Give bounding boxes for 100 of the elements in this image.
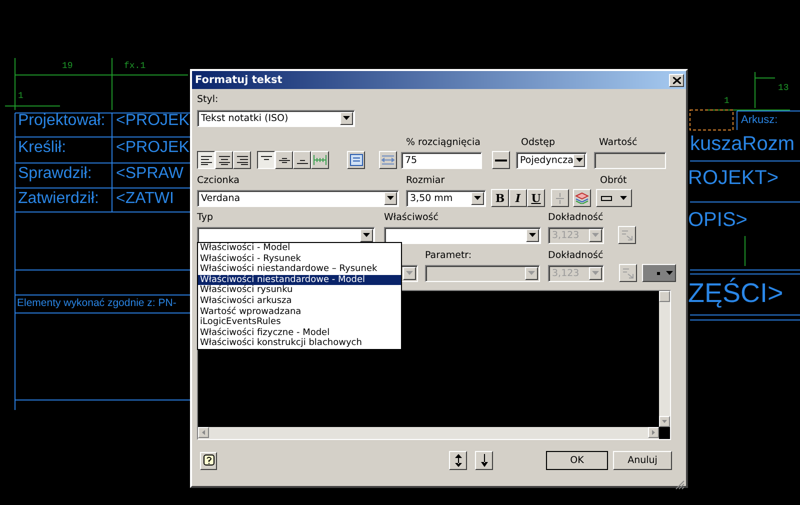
type-dropdown[interactable] xyxy=(197,226,375,244)
title-block-value: OPIS> xyxy=(688,210,748,230)
dropdown-option[interactable]: Właściwości niestandardowe – Rysunek xyxy=(198,264,401,275)
note-text: Elementy wykonać zgodnie z: PN- xyxy=(17,298,176,308)
format-button[interactable]: I xyxy=(509,189,527,207)
window-title: Formatuj tekst xyxy=(195,74,282,86)
size-label: Rozmiar xyxy=(406,175,446,186)
dashed-frame xyxy=(690,110,734,130)
symbol-insert-button[interactable] xyxy=(347,151,365,169)
dropdown-option[interactable]: Właściwości niestandardowe - Model xyxy=(198,274,401,286)
dropdown-arrow-icon xyxy=(576,158,583,162)
title-block-value: <PROJEK xyxy=(116,140,190,156)
vertical-align-icon xyxy=(278,155,290,165)
line-spacing-button[interactable] xyxy=(492,151,510,169)
title-block-value: ZĘŚCI> xyxy=(688,280,784,307)
arrow-left-icon xyxy=(202,430,205,435)
help-button[interactable] xyxy=(200,452,217,470)
title-block-label: Zatwierdził: xyxy=(18,191,99,207)
scroll-down-button[interactable] xyxy=(659,416,670,427)
dropdown-arrow-icon xyxy=(406,271,413,275)
dropdown-arrow-icon xyxy=(529,233,536,237)
title-block-value: kuszaRozm xyxy=(690,134,794,154)
spacing-label: Odstęp xyxy=(521,137,556,148)
rotation-dropdown[interactable] xyxy=(596,189,632,207)
layers-icon xyxy=(575,192,589,204)
text-align-icon xyxy=(236,155,248,165)
fraction-icon xyxy=(556,192,564,204)
stretch-input[interactable]: 75 xyxy=(401,152,482,168)
title-block-label: Sprawdził: xyxy=(18,166,92,182)
dropdown-arrow-icon xyxy=(592,233,599,237)
spacing-icon xyxy=(313,155,327,165)
spacing-value-label: Wartość xyxy=(599,137,638,148)
title-block-value: ROJEKT> xyxy=(688,168,779,188)
arrow-right-icon xyxy=(652,430,655,435)
resize-grip-icon xyxy=(675,480,685,490)
insert-icon xyxy=(622,268,634,278)
dropdown-arrow-icon xyxy=(620,196,627,200)
arrow-down-icon xyxy=(480,454,488,467)
dimension-label: 1 xyxy=(724,97,730,106)
text-align-icon xyxy=(218,155,230,165)
ok-button[interactable]: OK xyxy=(546,451,608,470)
color-button[interactable] xyxy=(573,189,591,207)
dropdown-arrow-icon xyxy=(387,196,394,200)
dropdown-arrow-icon xyxy=(474,196,481,200)
dropdown-option[interactable]: Właściwości - Model xyxy=(198,243,401,254)
text-box-icon xyxy=(350,154,362,166)
style-label: Styl: xyxy=(197,94,218,105)
cancel-button[interactable]: Anuluj xyxy=(613,451,672,470)
scroll-up-button[interactable] xyxy=(659,291,670,302)
dropdown-option[interactable]: iLogicEventsRules xyxy=(198,317,401,328)
property-dropdown[interactable] xyxy=(384,226,541,244)
dropdown-option[interactable]: Wartość wprowadzana xyxy=(198,306,401,318)
close-button[interactable] xyxy=(669,74,684,86)
dropdown-arrow-icon xyxy=(592,271,599,275)
dropdown-option[interactable]: Właściwości konstrukcji blachowych xyxy=(198,338,401,349)
format-button[interactable]: B xyxy=(491,189,509,207)
dimension-label: fx.1 xyxy=(124,62,146,71)
text-align-icon xyxy=(200,155,212,165)
dropdown-option[interactable]: Właściwości fizyczne - Model xyxy=(198,328,401,338)
spacing-dropdown[interactable]: Pojedyncza xyxy=(516,152,587,168)
format-button[interactable]: U xyxy=(527,189,545,207)
size-dropdown[interactable]: 3,50 mm xyxy=(406,190,486,206)
close-icon xyxy=(672,76,680,84)
scroll-left-button[interactable] xyxy=(198,427,209,438)
text-color-button[interactable] xyxy=(642,264,676,282)
move-down-button[interactable] xyxy=(475,451,493,470)
dropdown-arrow-icon xyxy=(528,271,535,275)
vertical-scrollbar[interactable] xyxy=(659,291,670,427)
dimension-label: 13 xyxy=(778,84,789,93)
help-icon xyxy=(202,454,214,467)
insert-icon xyxy=(621,230,633,240)
rotation-label: Obrót xyxy=(600,175,627,186)
font-label: Czcionka xyxy=(197,175,240,186)
precision-label: Dokładność xyxy=(548,250,604,261)
vertical-align-button[interactable] xyxy=(257,151,275,169)
dropdown-option[interactable]: Właściwości arkusza xyxy=(198,296,401,307)
insert-parameter-button[interactable] xyxy=(619,264,637,282)
dropdown-arrow-icon xyxy=(666,271,673,275)
fit-text-button[interactable] xyxy=(379,151,397,169)
dropdown-option[interactable]: Właściwości rysunku xyxy=(198,285,401,296)
title-block-value: <SPRAW xyxy=(116,166,184,182)
title-block-label: Projektował: xyxy=(18,113,106,129)
scroll-right-button[interactable] xyxy=(648,427,659,438)
title-block-value: <ZATWI xyxy=(116,191,174,207)
color-swatch xyxy=(657,272,660,274)
style-dropdown[interactable]: Tekst notatki (ISO) xyxy=(197,110,355,126)
font-dropdown[interactable]: Verdana xyxy=(197,190,399,206)
align-button[interactable] xyxy=(197,151,215,169)
insert-property-button[interactable] xyxy=(618,226,636,244)
dropdown-option[interactable]: Właściwości - Rysunek xyxy=(198,254,401,264)
title-block-value: <PROJEK xyxy=(116,113,190,129)
parameter-label: Parametr: xyxy=(425,250,473,261)
dimension-label: 1 xyxy=(18,92,24,101)
horizontal-scrollbar[interactable] xyxy=(198,427,659,439)
title-block-label: Kreślił: xyxy=(18,140,66,156)
type-label: Typ xyxy=(197,212,214,223)
dimension-label: 19 xyxy=(62,62,73,71)
sheet-label: Arkusz: xyxy=(741,115,778,126)
arrow-down-icon xyxy=(662,420,667,423)
move-up-button[interactable] xyxy=(449,451,467,470)
